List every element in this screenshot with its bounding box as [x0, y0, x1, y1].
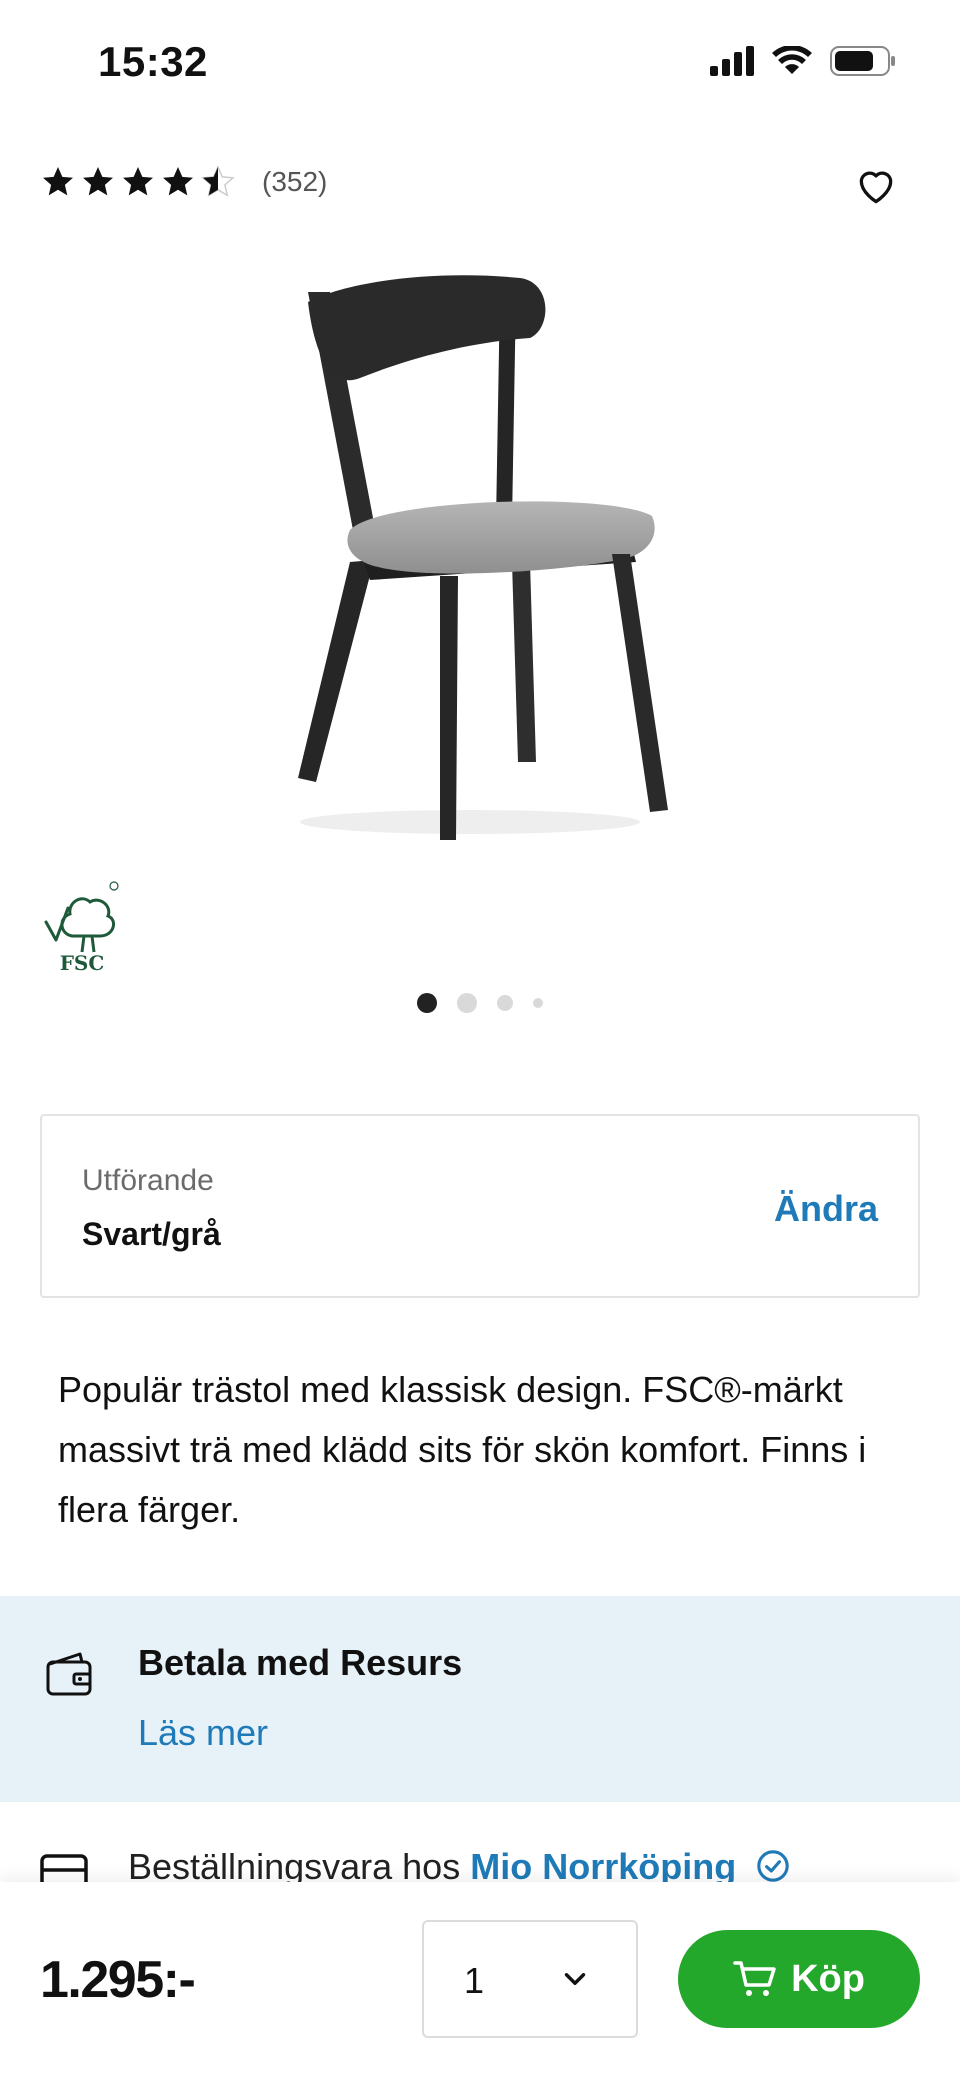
product-description: Populär trästol med klassisk design. FSC… — [58, 1369, 867, 1530]
battery-icon — [830, 46, 895, 76]
status-time: 15:32 — [98, 38, 208, 85]
fsc-logo: FSC — [44, 881, 119, 974]
carousel-dot[interactable] — [417, 993, 437, 1013]
star-icon — [123, 167, 153, 196]
payment-info-band: Betala med Resurs Läs mer — [0, 1596, 960, 1802]
carousel-dot[interactable] — [533, 998, 543, 1008]
store-link[interactable]: Mio Norrköping — [470, 1846, 736, 1887]
read-more-link[interactable]: Läs mer — [138, 1712, 268, 1754]
buy-button[interactable]: Köp — [678, 1930, 920, 2028]
status-icons — [710, 46, 896, 76]
purchase-bar: 1.295:- 1 Köp — [0, 1882, 960, 2078]
cart-icon — [733, 1961, 776, 1996]
chevron-down-icon — [564, 1973, 586, 1985]
rating-row[interactable]: (352) — [40, 164, 327, 200]
rating-stars — [40, 164, 236, 200]
availability-label: Beställningsvara hos — [128, 1846, 461, 1887]
price: 1.295:- — [40, 1951, 196, 2009]
carousel-dot[interactable] — [457, 993, 477, 1013]
variant-value: Svart/grå — [82, 1216, 221, 1252]
wifi-icon — [772, 46, 812, 74]
star-icon — [43, 167, 73, 196]
quantity-value: 1 — [464, 1960, 485, 2001]
half-star-icon — [201, 165, 235, 197]
quantity-select[interactable]: 1 — [422, 1920, 638, 2038]
verified-icon — [757, 1850, 789, 1882]
variant-label: Utförande — [82, 1164, 214, 1197]
carousel-dot[interactable] — [497, 995, 513, 1011]
heart-icon[interactable] — [854, 164, 898, 208]
payment-title: Betala med Resurs — [138, 1642, 463, 1683]
signal-icon — [710, 46, 754, 76]
wallet-icon — [46, 1652, 92, 1696]
fsc-logo-text: FSC — [60, 951, 105, 974]
variant-selector[interactable]: Utförande Svart/grå Ändra — [40, 1114, 920, 1298]
rating-count[interactable]: (352) — [262, 166, 327, 198]
chair-image[interactable] — [290, 262, 680, 852]
change-variant-link[interactable]: Ändra — [774, 1188, 878, 1230]
carousel-dots[interactable] — [0, 993, 960, 1013]
status-bar: 15:32 — [0, 0, 960, 130]
star-icon — [83, 167, 113, 196]
star-icon — [163, 167, 193, 196]
buy-label: Köp — [791, 1957, 865, 2000]
